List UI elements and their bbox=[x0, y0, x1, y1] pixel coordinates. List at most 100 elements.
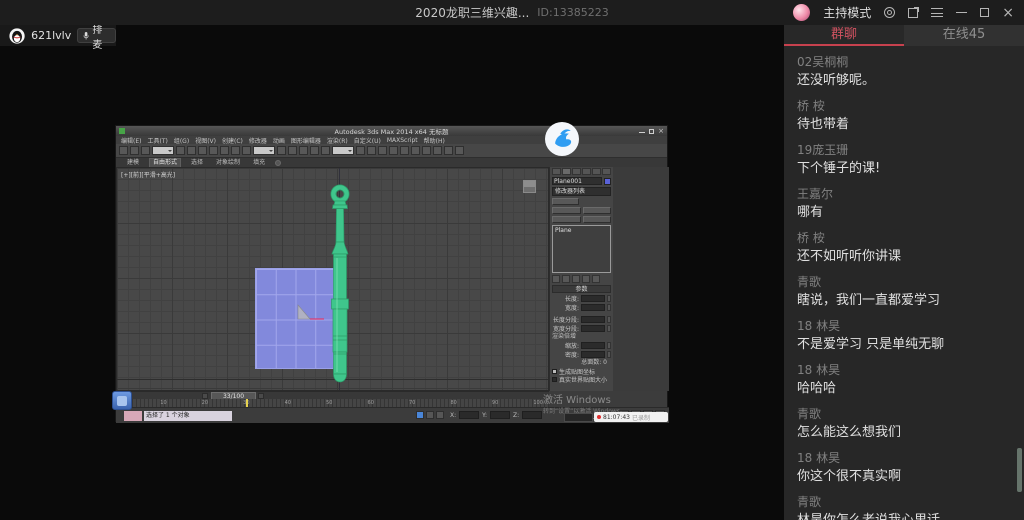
snap-toggle-icon[interactable] bbox=[299, 146, 308, 155]
3dsmax-close-icon[interactable]: × bbox=[658, 128, 664, 134]
chat-scrollbar[interactable] bbox=[1017, 448, 1022, 492]
spinner-icon[interactable] bbox=[607, 342, 611, 349]
modifier-list-dropdown[interactable]: 修改器列表 bbox=[552, 187, 611, 196]
tab-online-members[interactable]: 在线45 bbox=[904, 25, 1024, 46]
current-frame-marker[interactable] bbox=[246, 399, 248, 407]
max-menu-item[interactable]: MAXScript bbox=[387, 137, 418, 144]
object-name-field[interactable]: Plane001 bbox=[552, 177, 602, 185]
select-rotate-icon[interactable] bbox=[231, 146, 240, 155]
motion-tab-icon[interactable] bbox=[582, 168, 591, 175]
select-link-icon[interactable] bbox=[119, 146, 128, 155]
transform-gizmo[interactable] bbox=[295, 304, 325, 322]
parameter-field[interactable] bbox=[581, 351, 605, 358]
x-field[interactable] bbox=[459, 411, 479, 419]
window-crossing-icon[interactable] bbox=[209, 146, 218, 155]
3dsmax-maximize-icon[interactable] bbox=[649, 129, 654, 134]
ribbon-tab[interactable]: 建模 bbox=[124, 159, 142, 167]
ribbon-tab[interactable]: 对象绘制 bbox=[213, 159, 243, 167]
lock-selection-icon[interactable] bbox=[426, 411, 434, 419]
unlink-icon[interactable] bbox=[130, 146, 139, 155]
rect-region-icon[interactable] bbox=[198, 146, 207, 155]
modifier-stack[interactable]: Plane bbox=[552, 225, 611, 273]
host-avatar[interactable] bbox=[793, 4, 810, 21]
tab-group-chat[interactable]: 群聊 bbox=[784, 25, 904, 46]
panel-button[interactable] bbox=[552, 198, 579, 205]
panel-button[interactable] bbox=[552, 207, 581, 214]
percent-snap-icon[interactable] bbox=[321, 146, 330, 155]
recording-indicator[interactable]: 81:07:43 已录制 bbox=[594, 412, 668, 422]
pin-stack-icon[interactable] bbox=[552, 275, 560, 283]
mirror-icon[interactable] bbox=[356, 146, 365, 155]
time-slider[interactable]: 33/100 bbox=[116, 391, 549, 399]
display-tab-icon[interactable] bbox=[592, 168, 601, 175]
object-color-swatch[interactable] bbox=[604, 178, 611, 185]
record-icon[interactable] bbox=[884, 7, 895, 18]
viewcube[interactable] bbox=[523, 180, 536, 193]
curve-editor-icon[interactable] bbox=[400, 146, 409, 155]
select-by-name-icon[interactable] bbox=[187, 146, 196, 155]
viewport[interactable]: [+][前][平滑+高光] bbox=[116, 167, 549, 391]
recorder-secondary-box[interactable] bbox=[564, 413, 593, 422]
ribbon-tab[interactable]: 选择 bbox=[188, 159, 206, 167]
checkbox-icon[interactable] bbox=[552, 377, 557, 382]
parameter-field[interactable] bbox=[581, 304, 605, 311]
bind-spacewarp-icon[interactable] bbox=[141, 146, 150, 155]
ref-coordsys-dropdown[interactable] bbox=[253, 146, 275, 155]
y-field[interactable] bbox=[490, 411, 510, 419]
maximize-icon[interactable] bbox=[980, 8, 989, 17]
minimize-icon[interactable] bbox=[956, 12, 967, 14]
parameter-field[interactable] bbox=[581, 342, 605, 349]
host-mode-label[interactable]: 主持模式 bbox=[823, 4, 871, 21]
graphite-ribbon-icon[interactable] bbox=[389, 146, 398, 155]
popout-icon[interactable] bbox=[908, 8, 918, 18]
3dsmax-minimize-icon[interactable] bbox=[639, 132, 645, 134]
spinner-icon[interactable] bbox=[607, 304, 611, 311]
angle-snap-icon[interactable] bbox=[310, 146, 319, 155]
staff-model[interactable] bbox=[320, 184, 360, 384]
named-sets-dropdown[interactable] bbox=[332, 146, 354, 155]
close-icon[interactable]: × bbox=[1002, 6, 1014, 20]
macro-recorder-strip[interactable] bbox=[124, 411, 142, 421]
selection-filter-dropdown[interactable] bbox=[152, 146, 174, 155]
material-editor-icon[interactable] bbox=[422, 146, 431, 155]
panel-button[interactable] bbox=[552, 216, 581, 223]
make-unique-icon[interactable] bbox=[572, 275, 580, 283]
spinner-icon[interactable] bbox=[607, 295, 611, 302]
parameter-field[interactable] bbox=[581, 295, 605, 302]
hierarchy-tab-icon[interactable] bbox=[572, 168, 581, 175]
render-production-icon[interactable] bbox=[455, 146, 464, 155]
z-field[interactable] bbox=[522, 411, 542, 419]
modify-tab-icon[interactable] bbox=[562, 168, 571, 175]
spinner-icon[interactable] bbox=[607, 351, 611, 358]
checkbox-icon[interactable] bbox=[552, 369, 557, 374]
blue-overlay-icon[interactable] bbox=[112, 391, 132, 410]
ribbon-tab[interactable]: 自由形式 bbox=[149, 158, 181, 168]
select-object-icon[interactable] bbox=[176, 146, 185, 155]
queue-mic-button[interactable]: 排麦 bbox=[77, 28, 116, 43]
select-scale-icon[interactable] bbox=[242, 146, 251, 155]
menu-icon[interactable] bbox=[931, 8, 943, 17]
ribbon-tab[interactable]: 填充 bbox=[250, 159, 268, 167]
rendered-frame-icon[interactable] bbox=[444, 146, 453, 155]
layer-manager-icon[interactable] bbox=[378, 146, 387, 155]
ribbon-toggle-icon[interactable] bbox=[275, 160, 281, 166]
panel-button[interactable] bbox=[583, 216, 612, 223]
viewport-label[interactable]: [+][前][平滑+高光] bbox=[121, 170, 175, 179]
parameter-field[interactable] bbox=[581, 316, 605, 323]
schematic-view-icon[interactable] bbox=[411, 146, 420, 155]
parameters-rollout-header[interactable]: 参数 bbox=[552, 285, 611, 293]
spinner-icon[interactable] bbox=[607, 325, 611, 332]
show-end-result-icon[interactable] bbox=[562, 275, 570, 283]
use-pivot-icon[interactable] bbox=[277, 146, 286, 155]
select-move-icon[interactable] bbox=[220, 146, 229, 155]
absolute-offset-icon[interactable] bbox=[436, 411, 444, 419]
select-manipulate-icon[interactable] bbox=[288, 146, 297, 155]
parameter-field[interactable] bbox=[581, 325, 605, 332]
remove-modifier-icon[interactable] bbox=[582, 275, 590, 283]
transform-type-in-icon[interactable] bbox=[416, 411, 424, 419]
qq-avatar[interactable] bbox=[9, 27, 25, 45]
align-icon[interactable] bbox=[367, 146, 376, 155]
utilities-tab-icon[interactable] bbox=[602, 168, 611, 175]
3dsmax-titlebar[interactable]: Autodesk 3ds Max 2014 x64 无标题 × bbox=[116, 126, 667, 136]
track-bar[interactable]: 0102030405060708090100 bbox=[116, 399, 549, 407]
